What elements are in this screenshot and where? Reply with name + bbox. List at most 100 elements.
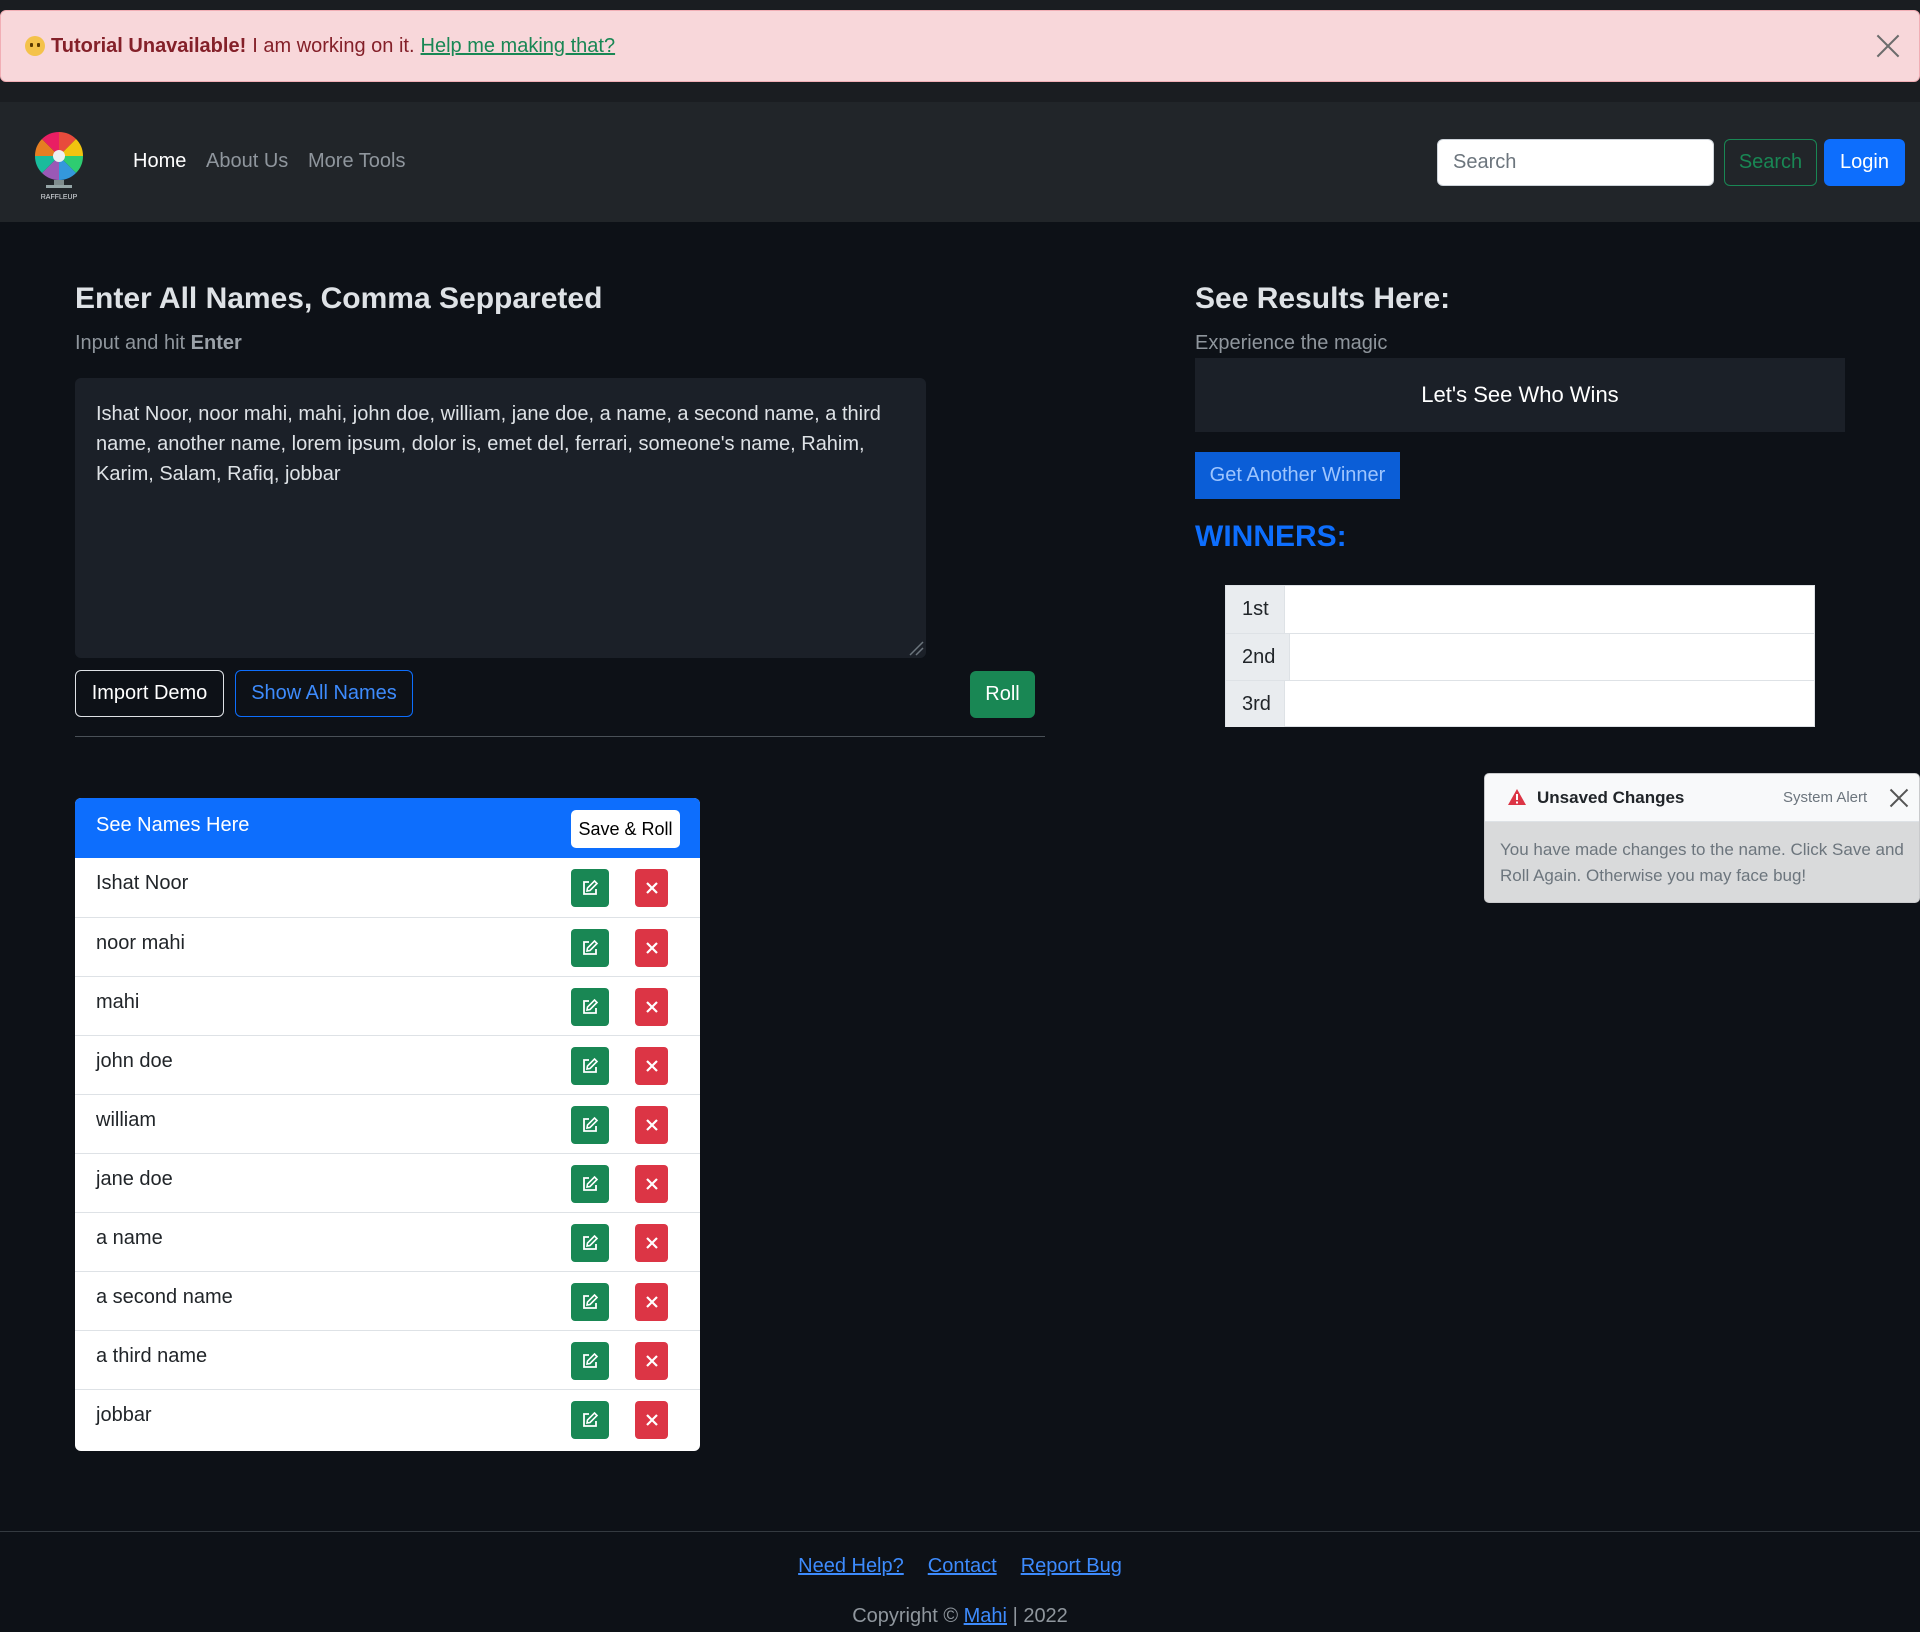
author-link[interactable]: Mahi [964,1605,1007,1627]
edit-name-button[interactable] [571,869,609,907]
name-row: jane doe [75,1153,700,1212]
delete-name-button[interactable] [635,1106,668,1144]
footer-contact-link[interactable]: Contact [928,1555,997,1578]
delete-icon [645,882,658,894]
frown-emoji-icon [25,36,45,56]
warning-icon [1508,789,1526,805]
nav-about-us[interactable]: About Us [206,150,288,173]
names-input-heading: Enter All Names, Comma Seppareted [75,282,603,315]
winner-row: 3rd [1226,680,1814,727]
delete-name-button[interactable] [635,929,668,967]
delete-icon [645,1296,658,1308]
footer-need-help-link[interactable]: Need Help? [798,1555,904,1578]
delete-name-button[interactable] [635,869,668,907]
unsaved-changes-toast: Unsaved Changes System Alert You have ma… [1484,773,1920,903]
names-card: See Names Here Save & Roll Ishat Noor noo… [75,798,700,1451]
edit-name-button[interactable] [571,1165,609,1203]
name-label: john doe [96,1050,173,1072]
edit-name-button[interactable] [571,929,609,967]
name-row: a name [75,1212,700,1271]
name-label: a third name [96,1345,208,1367]
edit-name-button[interactable] [571,1106,609,1144]
toast-body: You have made changes to the name. Click… [1500,840,1904,885]
footer-report-bug-link[interactable]: Report Bug [1021,1555,1122,1578]
copyright-prefix: Copyright © [852,1605,959,1627]
raffleup-logo[interactable]: RAFFLEUP [32,128,86,202]
names-card-header: See Names Here Save & Roll [75,798,700,858]
edit-icon [583,1057,599,1073]
name-label: william [96,1109,156,1131]
roll-button[interactable]: Roll [970,671,1035,718]
delete-name-button[interactable] [635,1342,668,1380]
login-button[interactable]: Login [1824,139,1905,186]
alert-text: I am working on it. [252,34,415,57]
delete-icon [645,942,658,954]
name-row: jobbar [75,1389,700,1448]
edit-name-button[interactable] [571,988,609,1026]
name-label: a second name [96,1286,233,1308]
show-all-names-button[interactable]: Show All Names [235,670,413,717]
edit-icon [583,1352,599,1368]
footer-links: Need Help? Contact Report Bug [0,1555,1920,1578]
subtitle-key: Enter [190,332,242,354]
name-label: mahi [96,991,140,1013]
delete-name-button[interactable] [635,1047,668,1085]
name-row: Ishat Noor [75,858,700,917]
result-display: Let's See Who Wins [1195,358,1845,432]
winner-rank: 3rd [1226,681,1285,727]
alert-close-icon[interactable] [1875,33,1901,59]
name-label: jane doe [96,1168,173,1190]
delete-name-button[interactable] [635,988,668,1026]
name-label: jobbar [96,1404,152,1426]
delete-name-button[interactable] [635,1283,668,1321]
nav-more-tools[interactable]: More Tools [308,150,405,173]
winners-table: 1st 2nd 3rd [1225,585,1815,727]
name-row: mahi [75,976,700,1035]
subtitle-text: Input and hit [75,332,186,354]
delete-name-button[interactable] [635,1401,668,1439]
tutorial-alert: Tutorial Unavailable! I am working on it… [0,10,1920,82]
delete-name-button[interactable] [635,1224,668,1262]
name-row: john doe [75,1035,700,1094]
wheel-icon [34,131,84,188]
toast-close-icon[interactable] [1889,788,1909,808]
results-subtitle: Experience the magic [1195,332,1388,354]
nav-home[interactable]: Home [133,150,186,173]
name-row: a third name [75,1330,700,1389]
import-demo-button[interactable]: Import Demo [75,670,224,717]
winner-rank: 1st [1226,586,1285,633]
delete-icon [645,1060,658,1072]
search-button[interactable]: Search [1724,139,1817,186]
get-another-winner-button[interactable]: Get Another Winner [1195,452,1400,499]
delete-icon [645,1414,658,1426]
edit-name-button[interactable] [571,1283,609,1321]
delete-icon [645,1001,658,1013]
delete-icon [645,1237,658,1249]
delete-name-button[interactable] [635,1165,668,1203]
resize-grip-icon[interactable] [906,638,924,656]
names-textarea[interactable]: Ishat Noor, noor mahi, mahi, john doe, w… [75,378,926,658]
logo-wordmark: RAFFLEUP [41,194,78,201]
alert-help-link[interactable]: Help me making that? [421,35,616,58]
edit-icon [583,879,599,895]
toast-header: Unsaved Changes System Alert [1485,774,1919,822]
edit-icon [583,939,599,955]
delete-icon [645,1178,658,1190]
edit-name-button[interactable] [571,1047,609,1085]
edit-icon [583,998,599,1014]
names-card-title: See Names Here [96,814,250,836]
search-input[interactable] [1437,139,1714,186]
edit-name-button[interactable] [571,1401,609,1439]
save-roll-button[interactable]: Save & Roll [571,810,680,848]
toast-source: System Alert [1783,789,1868,806]
footer-divider [0,1531,1920,1532]
edit-name-button[interactable] [571,1224,609,1262]
edit-icon [583,1293,599,1309]
name-label: noor mahi [96,932,185,954]
delete-icon [645,1355,658,1367]
delete-icon [645,1119,658,1131]
edit-name-button[interactable] [571,1342,609,1380]
alert-strong: Tutorial Unavailable! [51,34,247,57]
copyright-suffix: | 2022 [1012,1605,1068,1627]
winner-name [1285,681,1814,727]
